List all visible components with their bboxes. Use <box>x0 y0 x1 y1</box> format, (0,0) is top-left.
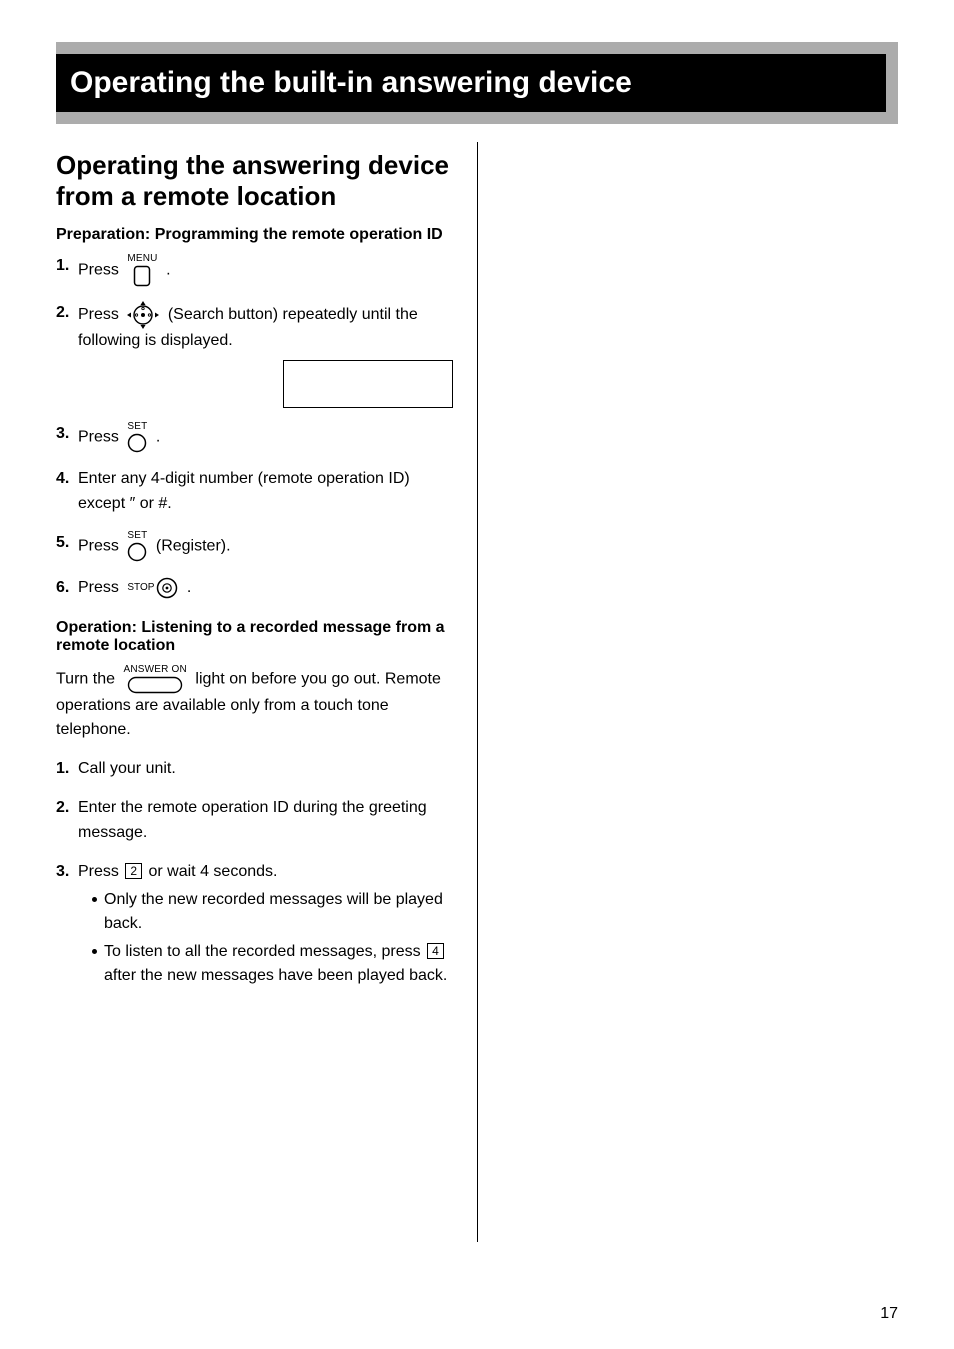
op-step3-text-b: or wait 4 seconds. <box>149 863 278 880</box>
section-heading: Operating the answering device from a re… <box>56 150 453 212</box>
step-number: 1. <box>56 254 78 279</box>
operation-heading: Operation: Listening to a recorded messa… <box>56 619 453 655</box>
step5-text-b: (Register). <box>156 538 231 555</box>
stop-button-icon: STOP <box>127 577 178 599</box>
set-button-icon: SET <box>127 531 147 562</box>
step-number: 2. <box>56 301 78 326</box>
set-button-icon: SET <box>127 422 147 453</box>
step-number: 4. <box>56 467 78 492</box>
answer-on-button-icon: ANSWER ON <box>123 665 186 694</box>
op-step2-text: Enter the remote operation ID during the… <box>78 796 453 846</box>
step4-text: Enter any 4-digit number (remote operati… <box>78 467 453 517</box>
step6-text-a: Press <box>78 579 119 596</box>
step-number: 3. <box>56 422 78 447</box>
menu-button-icon: MENU <box>127 254 157 287</box>
chapter-title: Operating the built-in answering device <box>56 42 898 124</box>
step-number: 6. <box>56 576 78 601</box>
step-number: 2. <box>56 796 78 821</box>
page-number: 17 <box>880 1305 898 1323</box>
heading-line-1: Operating the answering device <box>56 150 449 180</box>
op-step3-sub1: Only the new recorded messages will be p… <box>92 888 453 936</box>
menu-label: MENU <box>127 254 157 264</box>
set-label: SET <box>127 531 147 541</box>
set-label: SET <box>127 422 147 432</box>
step2-text-a: Press <box>78 307 119 324</box>
step3-text-b: . <box>156 429 160 446</box>
stop-label: STOP <box>127 583 154 593</box>
display-placeholder <box>283 360 453 408</box>
step-number: 3. <box>56 860 78 885</box>
step1-text-b: . <box>166 262 170 279</box>
key-4: 4 <box>427 943 444 959</box>
op-step3-sub2: To listen to all the recorded messages, … <box>92 940 453 988</box>
op-intro-a: Turn the <box>56 670 115 687</box>
answer-on-label: ANSWER ON <box>123 665 186 675</box>
step-number: 1. <box>56 757 78 782</box>
preparation-heading: Preparation: Programming the remote oper… <box>56 226 453 244</box>
step3-text-a: Press <box>78 429 119 446</box>
step1-text-a: Press <box>78 262 119 279</box>
op-step1-text: Call your unit. <box>78 757 453 782</box>
key-2: 2 <box>125 863 142 879</box>
step5-text-a: Press <box>78 538 119 555</box>
search-nav-icon <box>127 301 159 329</box>
step-number: 5. <box>56 531 78 556</box>
step6-text-b: . <box>187 579 191 596</box>
op-step3-text-a: Press <box>78 863 119 880</box>
heading-line-2: from a remote location <box>56 181 336 211</box>
